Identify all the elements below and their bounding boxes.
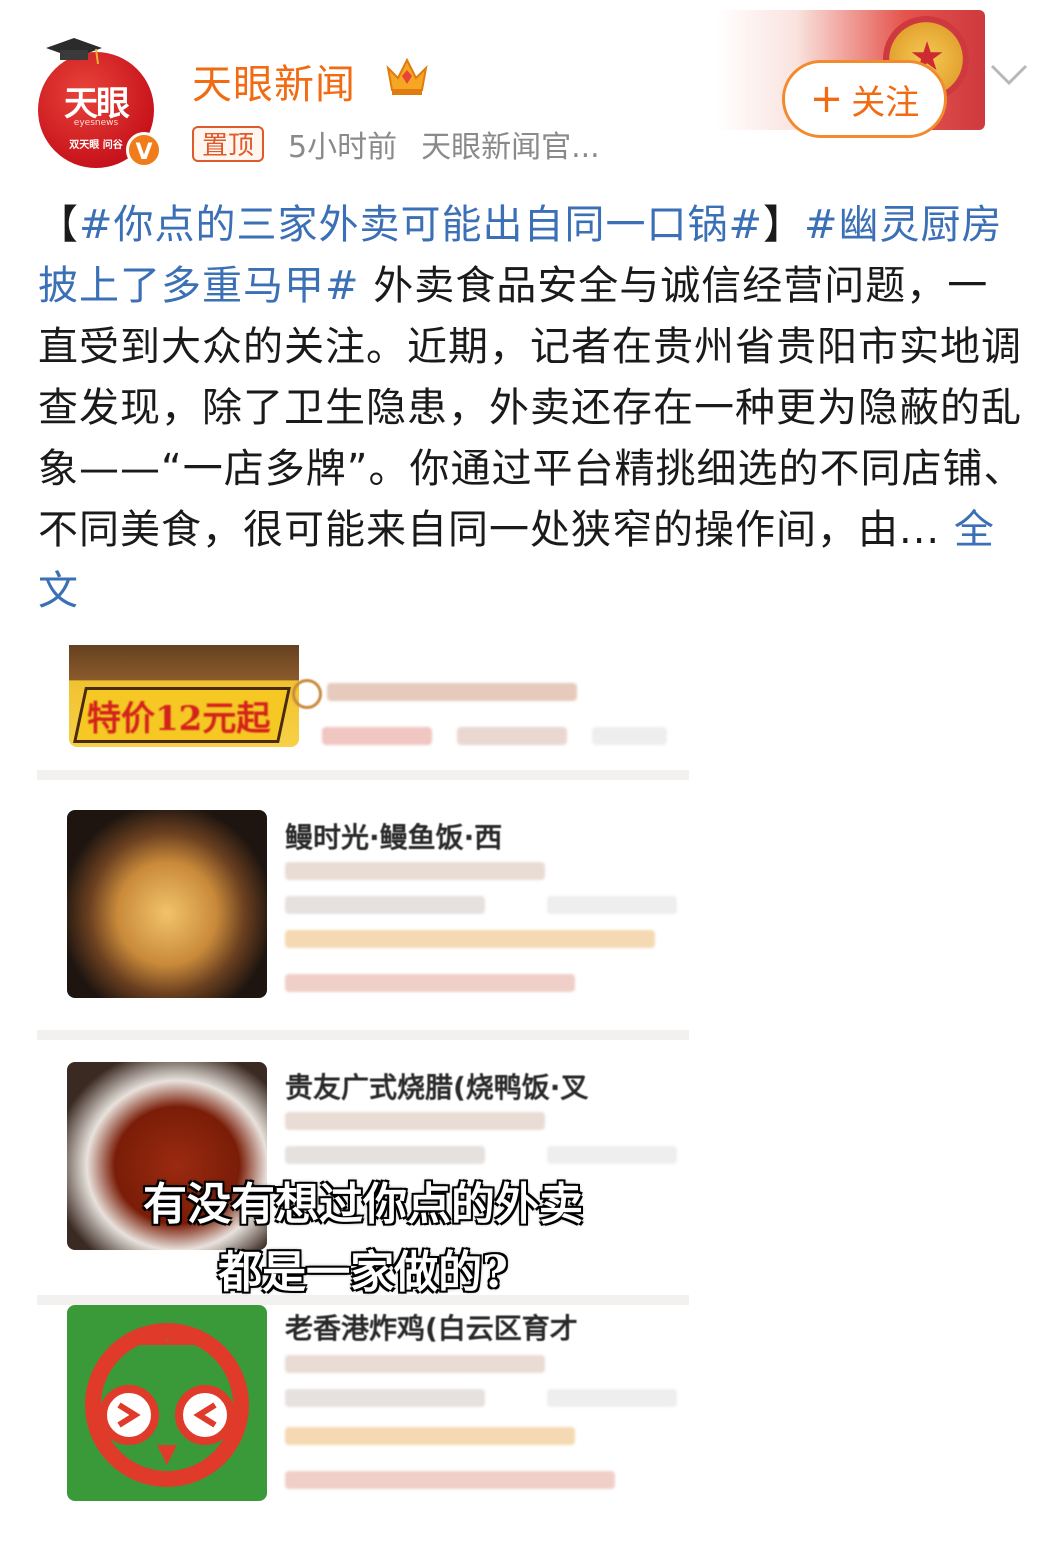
plus-icon: +	[809, 76, 844, 122]
shop-title: 老香港炸鸡(白云区育才	[285, 1312, 578, 1345]
shop-thumbnail	[67, 1305, 267, 1501]
post-body: 【#你点的三家外卖可能出自同一口锅#】#幽灵厨房披上了多重马甲# 外卖食品安全与…	[38, 195, 1028, 622]
graduation-cap-icon	[46, 38, 102, 65]
video-caption-line-2: 都是一家做的?	[218, 1247, 508, 1298]
bracket-open: 【	[38, 202, 79, 248]
shop-card: 鳗时光·鳗鱼饭·西	[37, 780, 689, 1030]
verified-badge-icon: V	[126, 132, 162, 168]
follow-button[interactable]: + 关注	[782, 60, 947, 138]
avatar-logo-sub: eyesnews	[73, 118, 119, 128]
post-time: 5小时前	[288, 130, 398, 165]
shop-card: 特价12元起	[37, 645, 689, 770]
shop-card: 老香港炸鸡(白云区育才	[37, 1305, 689, 1515]
account-name[interactable]: 天眼新闻	[192, 52, 356, 110]
post-header: 天眼 eyesnews 双天眼 问谷 V 天眼新闻 置顶 5小时前 天眼新闻官.…	[0, 0, 1059, 175]
follow-label: 关注	[851, 82, 920, 123]
promo-badge-text: 特价12元起	[87, 699, 271, 739]
shop-title: 鳗时光·鳗鱼饭·西	[285, 821, 503, 854]
post-meta: 置顶 5小时前 天眼新闻官...	[192, 122, 600, 166]
bracket-close: 】	[763, 202, 805, 248]
shop-title: 贵友广式烧腊(烧鸭饭·叉	[285, 1071, 589, 1104]
crown-icon	[386, 57, 428, 95]
hashtag-topic-1[interactable]: #你点的三家外卖可能出自同一口锅#	[79, 202, 763, 248]
chevron-down-icon[interactable]	[988, 60, 1030, 90]
rooster-logo-icon	[85, 1323, 249, 1487]
avatar[interactable]: 天眼 eyesnews 双天眼 问谷 V	[30, 30, 165, 168]
shop-thumbnail: 特价12元起	[69, 645, 299, 747]
shop-thumbnail	[67, 810, 267, 998]
video-caption-line-1: 有没有想过你点的外卖	[143, 1179, 583, 1230]
post-source[interactable]: 天眼新闻官...	[421, 122, 600, 166]
pinned-badge: 置顶	[192, 126, 265, 162]
post-image[interactable]: 特价12元起 鳗时光·鳗鱼饭·西 贵友广式烧腊(烧鸭饭·叉 老香港炸鸡(白云区育…	[37, 645, 689, 1515]
